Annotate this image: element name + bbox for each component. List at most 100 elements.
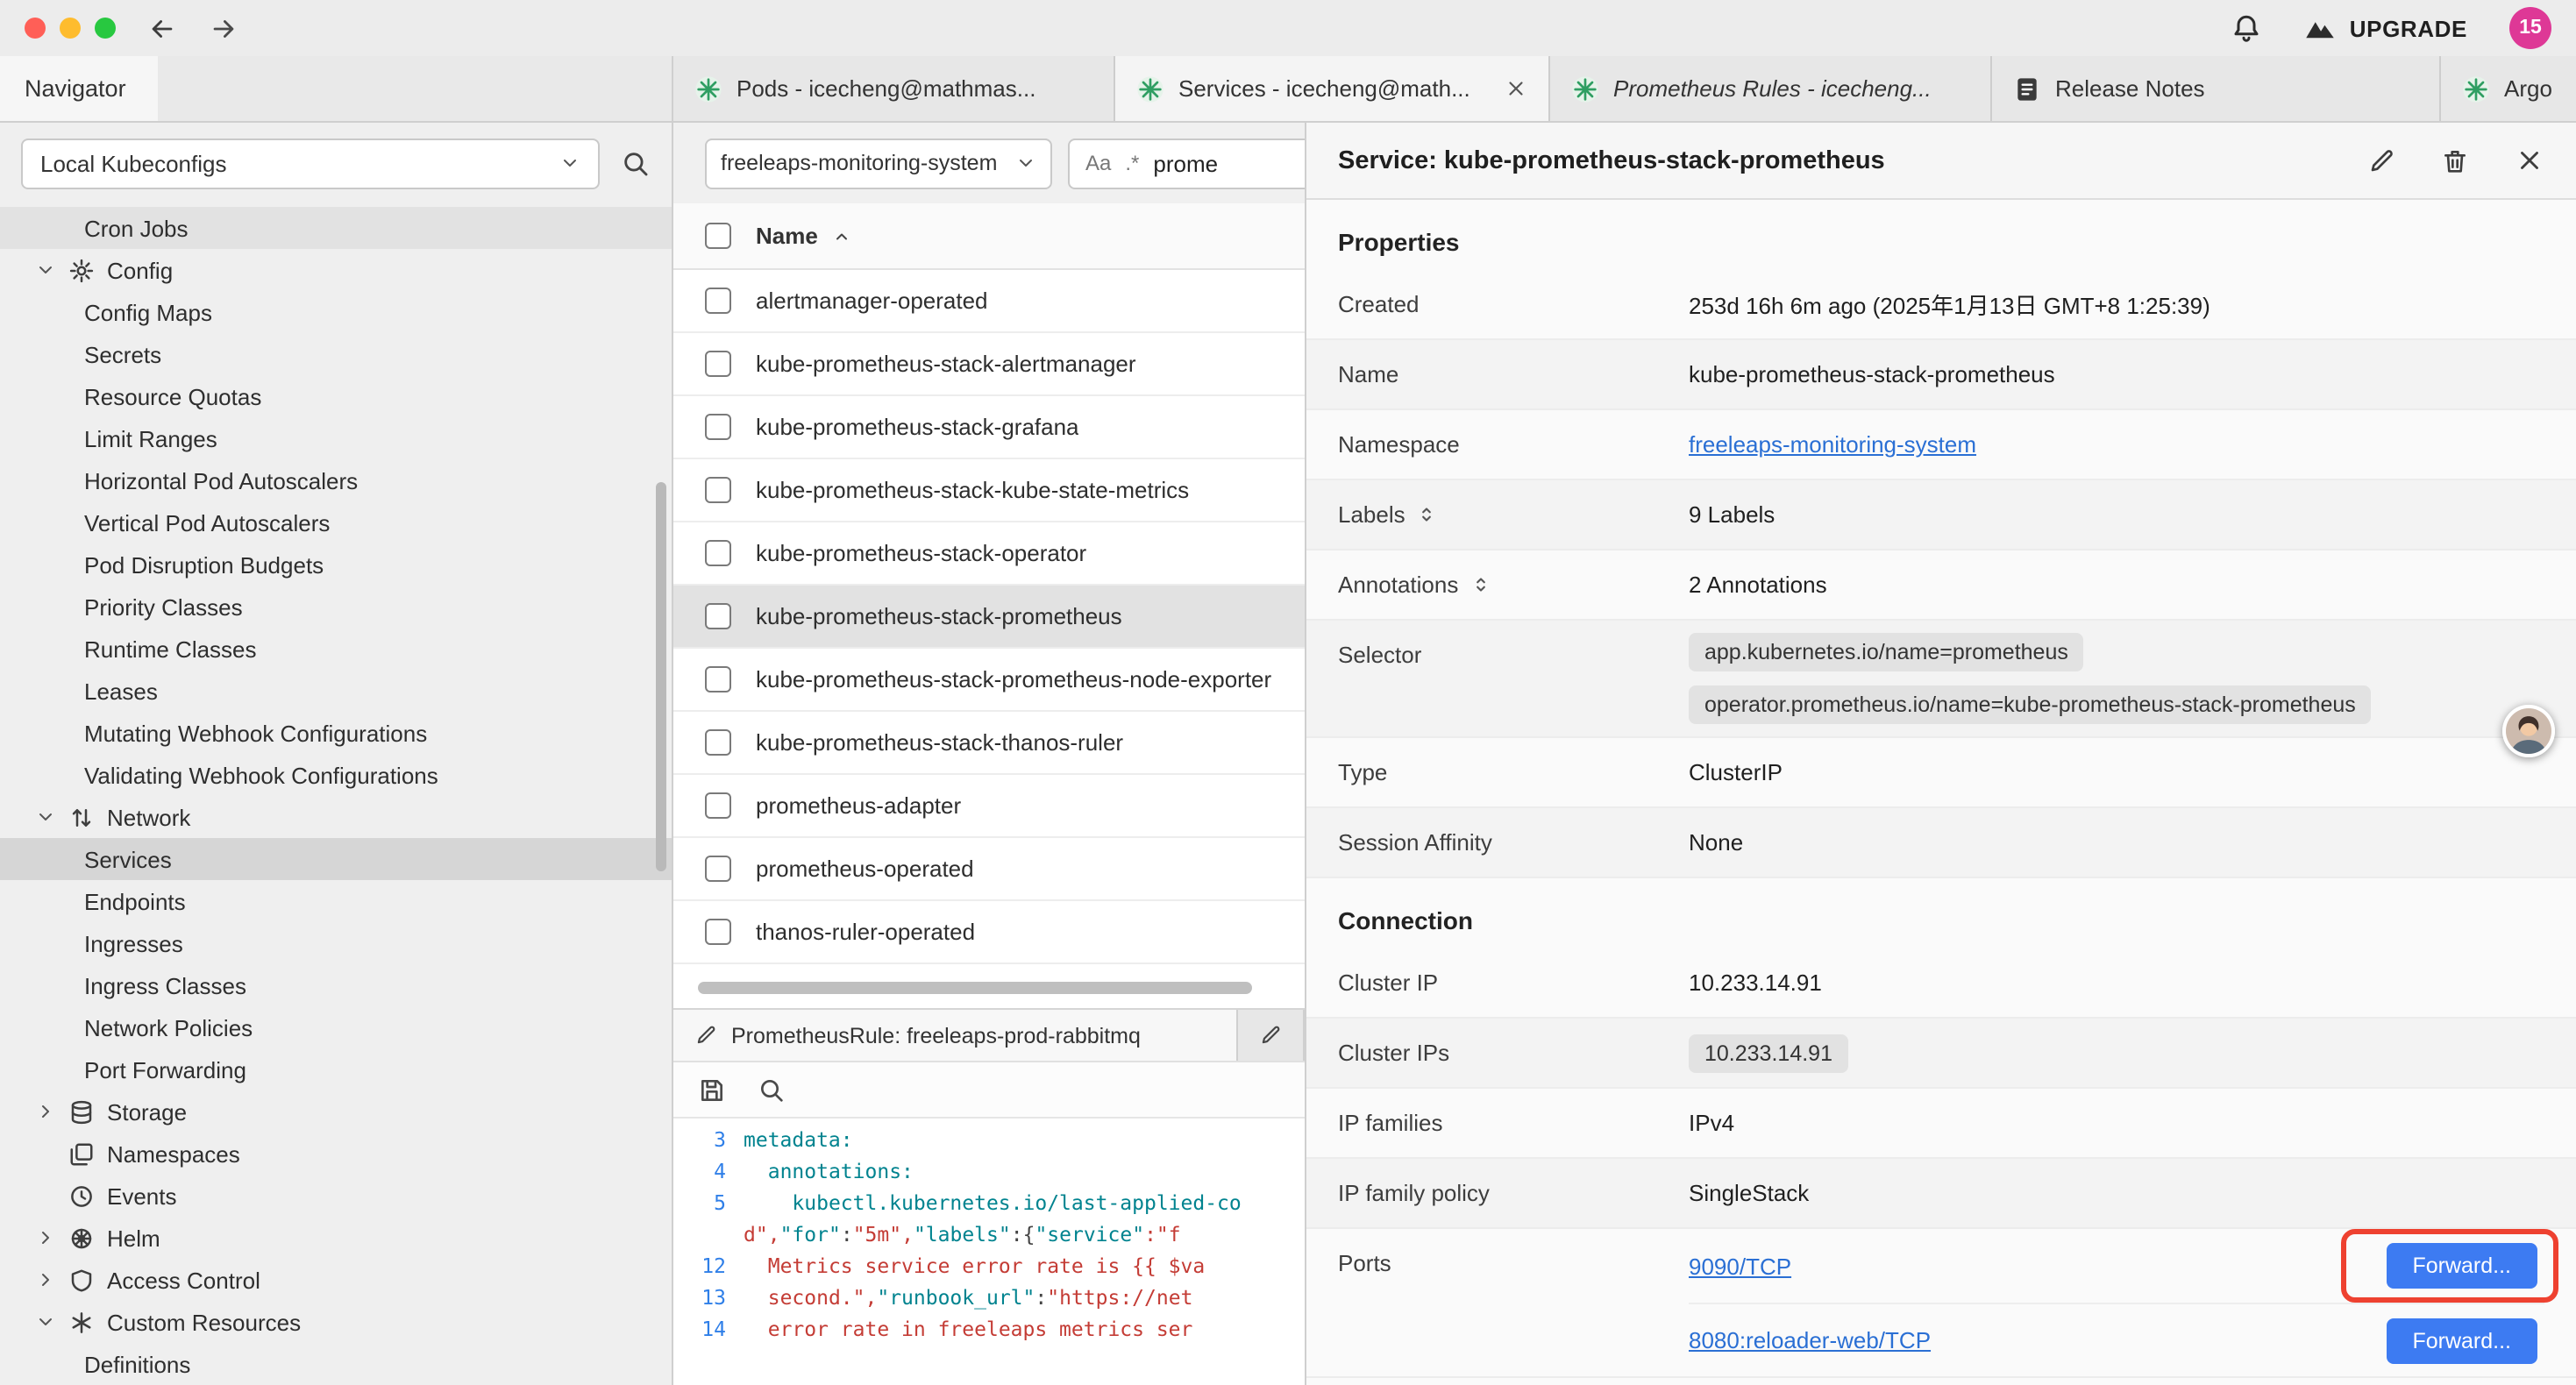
sidebar-item-config-maps[interactable]: Config Maps [0,291,672,333]
forward-button[interactable]: Forward... [2386,1318,2537,1363]
port-link[interactable]: 9090/TCP [1689,1253,1791,1279]
row-checkbox[interactable] [705,540,731,566]
detail-row-label: Selector [1338,621,1689,668]
tab-argo-s[interactable]: Argo S [2441,56,2576,121]
row-checkbox[interactable] [705,477,731,503]
sidebar-item-vertical-pod-autoscalers[interactable]: Vertical Pod Autoscalers [0,501,672,543]
notification-count-badge[interactable]: 15 [2509,7,2551,49]
horizontal-scrollbar[interactable] [698,982,1287,994]
row-checkbox[interactable] [705,351,731,377]
row-checkbox[interactable] [705,919,731,945]
sidebar-item-pod-disruption-budgets[interactable]: Pod Disruption Budgets [0,543,672,586]
forward-button[interactable]: Forward... [2386,1243,2537,1289]
sidebar-item-resource-quotas[interactable]: Resource Quotas [0,375,672,417]
editor-tab[interactable]: PrometheusRule: freeleaps-prod-rabbitmq [673,1010,1238,1061]
sidebar-item-secrets[interactable]: Secrets [0,333,672,375]
sidebar-item-horizontal-pod-autoscalers[interactable]: Horizontal Pod Autoscalers [0,459,672,501]
forward-arrow-icon[interactable] [209,13,238,43]
value-badge: operator.prometheus.io/name=kube-prometh… [1689,685,2372,724]
yaml-editor[interactable]: 3metadata:4 annotations:5 kubectl.kubern… [673,1119,1305,1385]
tab-pods-icecheng-mathmas[interactable]: Pods - icecheng@mathmas... [673,56,1115,121]
regex-toggle[interactable]: .* [1125,151,1139,175]
delete-icon[interactable] [2441,146,2469,174]
table-row[interactable]: alertmanager-operated [673,270,1305,333]
row-checkbox[interactable] [705,792,731,819]
table-row[interactable]: kube-prometheus-stack-prometheus [673,586,1305,649]
table-row[interactable]: thanos-ruler-operated [673,901,1305,964]
select-all-checkbox[interactable] [705,223,731,249]
sidebar-item-config[interactable]: Config [0,249,672,291]
close-icon[interactable] [2515,146,2544,175]
match-case-toggle[interactable]: Aa [1085,151,1111,175]
sidebar-item-ingress-classes[interactable]: Ingress Classes [0,964,672,1006]
tab-prometheus-rules-icecheng[interactable]: Prometheus Rules - icecheng... [1550,56,1992,121]
editor-search-icon[interactable] [758,1076,786,1104]
row-checkbox[interactable] [705,856,731,882]
sidebar-item-port-forwarding[interactable]: Port Forwarding [0,1048,672,1090]
name-column-header[interactable]: Name [756,223,818,249]
chevron-down-icon [35,806,56,827]
vertical-scrollbar[interactable] [656,482,666,871]
presence-avatar[interactable] [2502,705,2555,757]
sidebar-item-definitions[interactable]: Definitions [0,1343,672,1385]
sidebar-item-ingresses[interactable]: Ingresses [0,922,672,964]
table-row[interactable]: prometheus-adapter [673,775,1305,838]
sidebar-item-validating-webhook-configurations[interactable]: Validating Webhook Configurations [0,754,672,796]
row-checkbox[interactable] [705,414,731,440]
sidebar-item-network-policies[interactable]: Network Policies [0,1006,672,1048]
window-minimize-button[interactable] [60,18,81,39]
edit-icon[interactable] [2367,146,2395,174]
kubeconfig-selector-value: Local Kubeconfigs [40,150,227,176]
kubeconfig-selector[interactable]: Local Kubeconfigs [21,138,600,188]
sidebar-item-limit-ranges[interactable]: Limit Ranges [0,417,672,459]
code-line: 14 error rate in freeleaps metrics ser [673,1313,1305,1345]
horizontal-scrollbar-thumb[interactable] [698,982,1252,994]
row-checkbox[interactable] [705,603,731,629]
save-icon[interactable] [698,1076,726,1104]
row-checkbox[interactable] [705,666,731,692]
tab-label: Release Notes [2055,75,2205,102]
row-checkbox[interactable] [705,729,731,756]
chevron-right-icon [35,1269,56,1290]
table-row[interactable]: kube-prometheus-stack-operator [673,522,1305,586]
sidebar-item-runtime-classes[interactable]: Runtime Classes [0,628,672,670]
sidebar-item-label: Mutating Webhook Configurations [84,720,427,746]
sidebar-item-mutating-webhook-configurations[interactable]: Mutating Webhook Configurations [0,712,672,754]
close-icon[interactable] [1505,77,1527,100]
sidebar-item-network[interactable]: Network [0,796,672,838]
back-arrow-icon[interactable] [147,13,177,43]
sidebar-item-events[interactable]: Events [0,1175,672,1217]
table-row[interactable]: kube-prometheus-stack-alertmanager [673,333,1305,396]
table-row[interactable]: kube-prometheus-stack-thanos-ruler [673,712,1305,775]
upgrade-button[interactable]: UPGRADE [2304,12,2467,44]
table-row[interactable]: kube-prometheus-stack-grafana [673,396,1305,459]
sidebar-item-namespaces[interactable]: Namespaces [0,1133,672,1175]
search-icon[interactable] [621,148,651,178]
sidebar-item-services[interactable]: Services [0,838,672,880]
table-row[interactable]: kube-prometheus-stack-prometheus-node-ex… [673,649,1305,712]
editor-tab-partial[interactable] [1238,1010,1305,1061]
search-input[interactable] [1153,150,1265,176]
sidebar-item-cron-jobs[interactable]: Cron Jobs [0,207,672,249]
tab-services-icecheng-math[interactable]: Services - icecheng@math... [1115,56,1550,121]
titlebar-right: UPGRADE 15 [2231,7,2551,49]
detail-row-cluster-ips: Cluster IPs10.233.14.91 [1306,1019,2576,1089]
row-checkbox[interactable] [705,288,731,314]
sidebar-item-priority-classes[interactable]: Priority Classes [0,586,672,628]
sidebar-item-leases[interactable]: Leases [0,670,672,712]
table-row[interactable]: kube-prometheus-stack-kube-state-metrics [673,459,1305,522]
sidebar-item-helm[interactable]: Helm [0,1217,672,1259]
sidebar-item-label: Services [84,846,172,872]
sidebar-item-endpoints[interactable]: Endpoints [0,880,672,922]
sidebar-item-access-control[interactable]: Access Control [0,1259,672,1301]
notifications-bell-icon[interactable] [2231,12,2262,44]
port-link[interactable]: 8080:reloader-web/TCP [1689,1327,1931,1353]
sidebar-item-custom-resources[interactable]: Custom Resources [0,1301,672,1343]
namespace-filter[interactable]: freeleaps-monitoring-system [705,138,1052,188]
table-row[interactable]: prometheus-operated [673,838,1305,901]
namespace-link[interactable]: freeleaps-monitoring-system [1689,431,1976,458]
window-zoom-button[interactable] [95,18,116,39]
window-close-button[interactable] [25,18,46,39]
sidebar-item-storage[interactable]: Storage [0,1090,672,1133]
tab-release-notes[interactable]: Release Notes [1992,56,2441,121]
